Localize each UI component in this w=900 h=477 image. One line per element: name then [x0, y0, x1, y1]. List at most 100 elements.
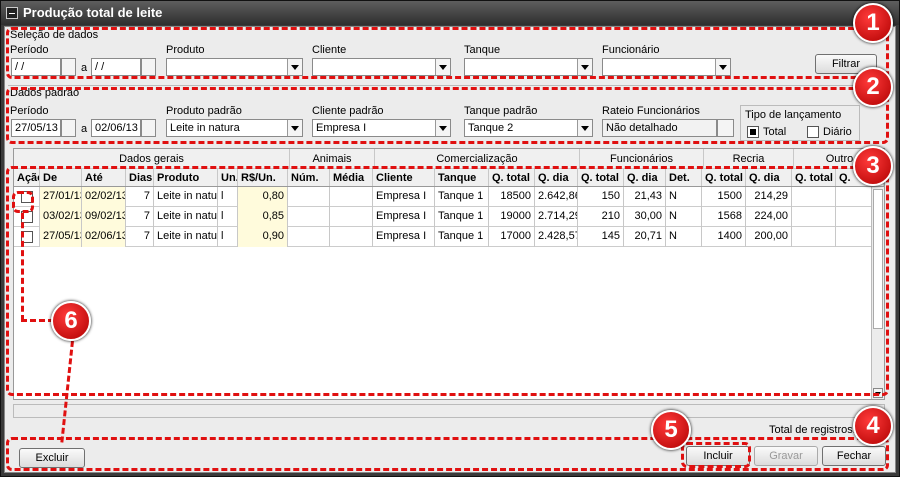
column-header[interactable]: Q. total — [578, 169, 624, 186]
table-row[interactable]: 27/05/1302/06/137Leite in natural0,90 Emp… — [14, 227, 884, 247]
default-product-select[interactable]: Leite in natura — [166, 119, 303, 137]
table-cell[interactable] — [792, 187, 836, 207]
table-cell[interactable]: Tanque 1 — [435, 187, 489, 207]
table-cell[interactable] — [288, 207, 330, 227]
table-cell[interactable] — [330, 187, 373, 207]
default-end-calendar-button[interactable] — [141, 119, 156, 137]
column-header[interactable]: R$/Un. — [238, 169, 288, 186]
table-cell[interactable]: N — [666, 187, 702, 207]
table-cell[interactable]: 150 — [578, 187, 624, 207]
column-header[interactable]: Dias — [126, 169, 154, 186]
default-start-date-input[interactable]: 27/05/13 — [11, 119, 61, 137]
table-row[interactable]: 03/02/1309/02/137Leite in natural0,85 Emp… — [14, 207, 884, 227]
table-cell[interactable]: Empresa I — [373, 227, 435, 247]
table-cell[interactable]: 09/02/13 — [82, 207, 126, 227]
table-cell[interactable]: l — [218, 227, 238, 247]
table-cell[interactable]: l — [218, 187, 238, 207]
window-menu-icon[interactable] — [6, 7, 18, 19]
table-cell[interactable]: 17000 — [489, 227, 535, 247]
table-cell[interactable]: 7 — [126, 187, 154, 207]
table-cell[interactable]: 210 — [578, 207, 624, 227]
table-cell[interactable]: 0,90 — [238, 227, 288, 247]
default-tank-select[interactable]: Tanque 2 — [464, 119, 593, 137]
filter-client-select[interactable] — [312, 58, 451, 76]
column-header[interactable]: De — [40, 169, 82, 186]
table-cell[interactable]: 27/05/13 — [40, 227, 82, 247]
column-header[interactable]: Núm. — [288, 169, 330, 186]
table-cell[interactable] — [288, 227, 330, 247]
table-cell[interactable]: 19000 — [489, 207, 535, 227]
filter-end-calendar-button[interactable] — [141, 58, 156, 76]
column-header[interactable]: Det. — [666, 169, 702, 186]
table-cell[interactable] — [288, 187, 330, 207]
employee-allocation-field[interactable]: Não detalhado — [602, 119, 717, 137]
default-client-select[interactable]: Empresa I — [312, 119, 451, 137]
table-cell[interactable]: 145 — [578, 227, 624, 247]
chevron-down-icon[interactable] — [715, 59, 730, 75]
table-cell[interactable]: 2.714,29 — [535, 207, 578, 227]
column-header[interactable]: Cliente — [373, 169, 435, 186]
table-cell[interactable]: 1500 — [702, 187, 746, 207]
table-cell[interactable] — [792, 207, 836, 227]
table-cell[interactable]: 0,80 — [238, 187, 288, 207]
column-header[interactable]: Até — [82, 169, 126, 186]
column-header[interactable]: Q. total — [792, 169, 836, 186]
default-start-calendar-button[interactable] — [61, 119, 76, 137]
table-cell[interactable]: Leite in natura — [154, 207, 218, 227]
table-cell[interactable] — [330, 207, 373, 227]
table-cell[interactable]: Leite in natura — [154, 187, 218, 207]
table-cell[interactable]: Leite in natura — [154, 227, 218, 247]
scroll-down-icon[interactable] — [873, 388, 883, 398]
table-cell[interactable]: 30,00 — [624, 207, 666, 227]
table-cell[interactable]: 02/02/13 — [82, 187, 126, 207]
table-cell[interactable]: 200,00 — [746, 227, 792, 247]
daily-checkbox[interactable] — [807, 126, 819, 138]
default-end-date-input[interactable]: 02/06/13 — [91, 119, 141, 137]
filter-employee-select[interactable] — [602, 58, 731, 76]
save-button[interactable]: Gravar — [754, 446, 818, 466]
column-header[interactable]: Tanque — [435, 169, 489, 186]
table-cell[interactable]: N — [666, 207, 702, 227]
column-header[interactable]: Q. total — [702, 169, 746, 186]
filter-product-select[interactable] — [166, 58, 303, 76]
table-cell[interactable] — [792, 227, 836, 247]
table-cell[interactable]: 20,71 — [624, 227, 666, 247]
delete-button[interactable]: Excluir — [19, 448, 85, 468]
column-header[interactable]: Q. dia — [746, 169, 792, 186]
column-header[interactable]: Un. — [218, 169, 238, 186]
column-header[interactable]: Média — [330, 169, 373, 186]
column-header[interactable]: Q. dia — [624, 169, 666, 186]
include-button[interactable]: Incluir — [686, 446, 750, 466]
chevron-down-icon[interactable] — [577, 120, 592, 136]
filter-tank-select[interactable] — [464, 58, 593, 76]
table-cell[interactable]: Empresa I — [373, 187, 435, 207]
table-cell[interactable]: Empresa I — [373, 207, 435, 227]
table-cell[interactable]: Tanque 1 — [435, 227, 489, 247]
table-cell[interactable]: 1400 — [702, 227, 746, 247]
chevron-down-icon[interactable] — [577, 59, 592, 75]
table-row[interactable]: 27/01/1302/02/137Leite in natural0,80 Emp… — [14, 187, 884, 207]
table-cell[interactable]: 224,00 — [746, 207, 792, 227]
table-cell[interactable] — [330, 227, 373, 247]
employee-allocation-button[interactable] — [717, 119, 734, 137]
table-cell[interactable]: 21,43 — [624, 187, 666, 207]
close-button[interactable]: Fechar — [822, 446, 886, 466]
table-cell[interactable]: 2.428,57 — [535, 227, 578, 247]
column-header[interactable]: Ação — [14, 169, 40, 186]
table-cell[interactable]: 7 — [126, 227, 154, 247]
scrollbar-thumb[interactable] — [873, 189, 883, 329]
table-cell[interactable]: N — [666, 227, 702, 247]
chevron-down-icon[interactable] — [287, 59, 302, 75]
column-header[interactable]: Q. total — [489, 169, 535, 186]
filter-end-date-input[interactable]: / / — [91, 58, 141, 76]
table-cell[interactable]: 0,85 — [238, 207, 288, 227]
table-cell[interactable]: 27/01/13 — [40, 187, 82, 207]
row-select-checkbox[interactable] — [21, 191, 33, 203]
chevron-down-icon[interactable] — [435, 59, 450, 75]
table-cell[interactable]: 1568 — [702, 207, 746, 227]
filter-start-calendar-button[interactable] — [61, 58, 76, 76]
table-cell[interactable]: 7 — [126, 207, 154, 227]
chevron-down-icon[interactable] — [287, 120, 302, 136]
table-cell[interactable]: 03/02/13 — [40, 207, 82, 227]
table-cell[interactable]: l — [218, 207, 238, 227]
